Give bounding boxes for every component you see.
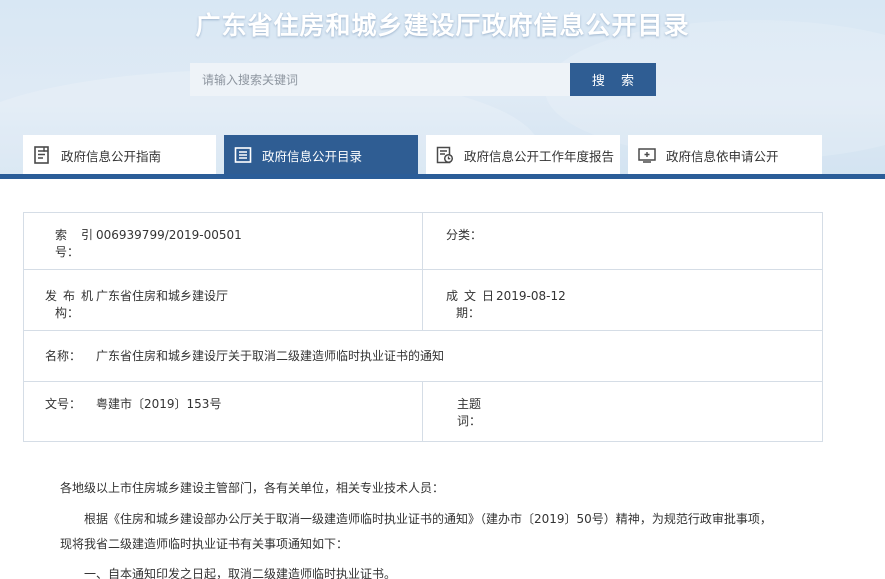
info-row-publisher: 发布机 构： 广东省住房和城乡建设厅 成文日 期： 2019-08-12 <box>24 270 822 331</box>
tab-label: 政府信息公开指南 <box>61 148 162 164</box>
subject-label: 主题 <box>457 397 482 411</box>
name-label: 名称： <box>45 349 82 363</box>
index-label: 索引 <box>55 228 93 242</box>
salutation: 各地级以上市住房城乡建设主管部门，各有关单位，相关专业技术人员： <box>60 481 445 495</box>
subject-label-cont: 词： <box>457 414 482 428</box>
info-row-docno: 文号： 粤建市〔2019〕153号 主题 词： <box>24 382 822 442</box>
cell-divider <box>422 382 423 442</box>
document-info-table: 索引 号： 006939799/2019-00501 分类： 发布机 构： 广东… <box>23 212 823 442</box>
publisher-label-cont: 构： <box>55 306 80 320</box>
tab-annual-report[interactable]: 政府信息公开工作年度报告 <box>426 135 620 175</box>
index-label-cont: 号： <box>55 245 80 259</box>
date-label: 成文日 <box>446 289 494 303</box>
header-banner: 广东省住房和城乡建设厅政府信息公开目录 搜 索 政府信息公开指南 政府信息公开目… <box>0 0 885 176</box>
category-label: 分类： <box>446 228 483 242</box>
tab-application-disclosure[interactable]: 政府信息依申请公开 <box>628 135 822 175</box>
date-label-cont: 期： <box>456 306 481 320</box>
list-item: 一、自本通知印发之日起，取消二级建造师临时执业证书。 <box>84 567 397 579</box>
docno-value: 粤建市〔2019〕153号 <box>96 397 222 411</box>
cell-divider <box>422 270 423 330</box>
publisher-value: 广东省住房和城乡建设厅 <box>96 289 229 303</box>
docno-label: 文号： <box>45 397 82 411</box>
tab-disclosure-directory[interactable]: 政府信息公开目录 <box>224 135 418 175</box>
date-value: 2019-08-12 <box>496 289 566 303</box>
report-icon <box>434 144 456 166</box>
page-title: 广东省住房和城乡建设厅政府信息公开目录 <box>195 11 690 40</box>
publisher-label: 发布机 <box>45 289 93 303</box>
tab-label: 政府信息公开目录 <box>262 148 363 164</box>
banner-divider <box>0 174 885 179</box>
info-row-index: 索引 号： 006939799/2019-00501 分类： <box>24 213 822 270</box>
search-button[interactable]: 搜 索 <box>570 63 656 96</box>
search-input[interactable] <box>190 63 570 96</box>
tab-label: 政府信息公开工作年度报告 <box>464 148 615 164</box>
index-value: 006939799/2019-00501 <box>96 228 242 242</box>
paragraph-line: 现将我省二级建造师临时执业证书有关事项通知如下： <box>60 537 349 551</box>
info-row-name: 名称： 广东省住房和城乡建设厅关于取消二级建造师临时执业证书的通知 <box>24 331 822 382</box>
name-value: 广东省住房和城乡建设厅关于取消二级建造师临时执业证书的通知 <box>96 349 445 363</box>
application-icon <box>636 144 658 166</box>
tab-disclosure-guide[interactable]: 政府信息公开指南 <box>23 135 216 175</box>
cell-divider <box>422 213 423 269</box>
tab-label: 政府信息依申请公开 <box>666 148 779 164</box>
document-list-icon <box>31 144 53 166</box>
directory-icon <box>232 144 254 166</box>
paragraph-line: 根据《住房和城乡建设部办公厅关于取消一级建造师临时执业证书的通知》（建办市〔20… <box>84 512 772 526</box>
